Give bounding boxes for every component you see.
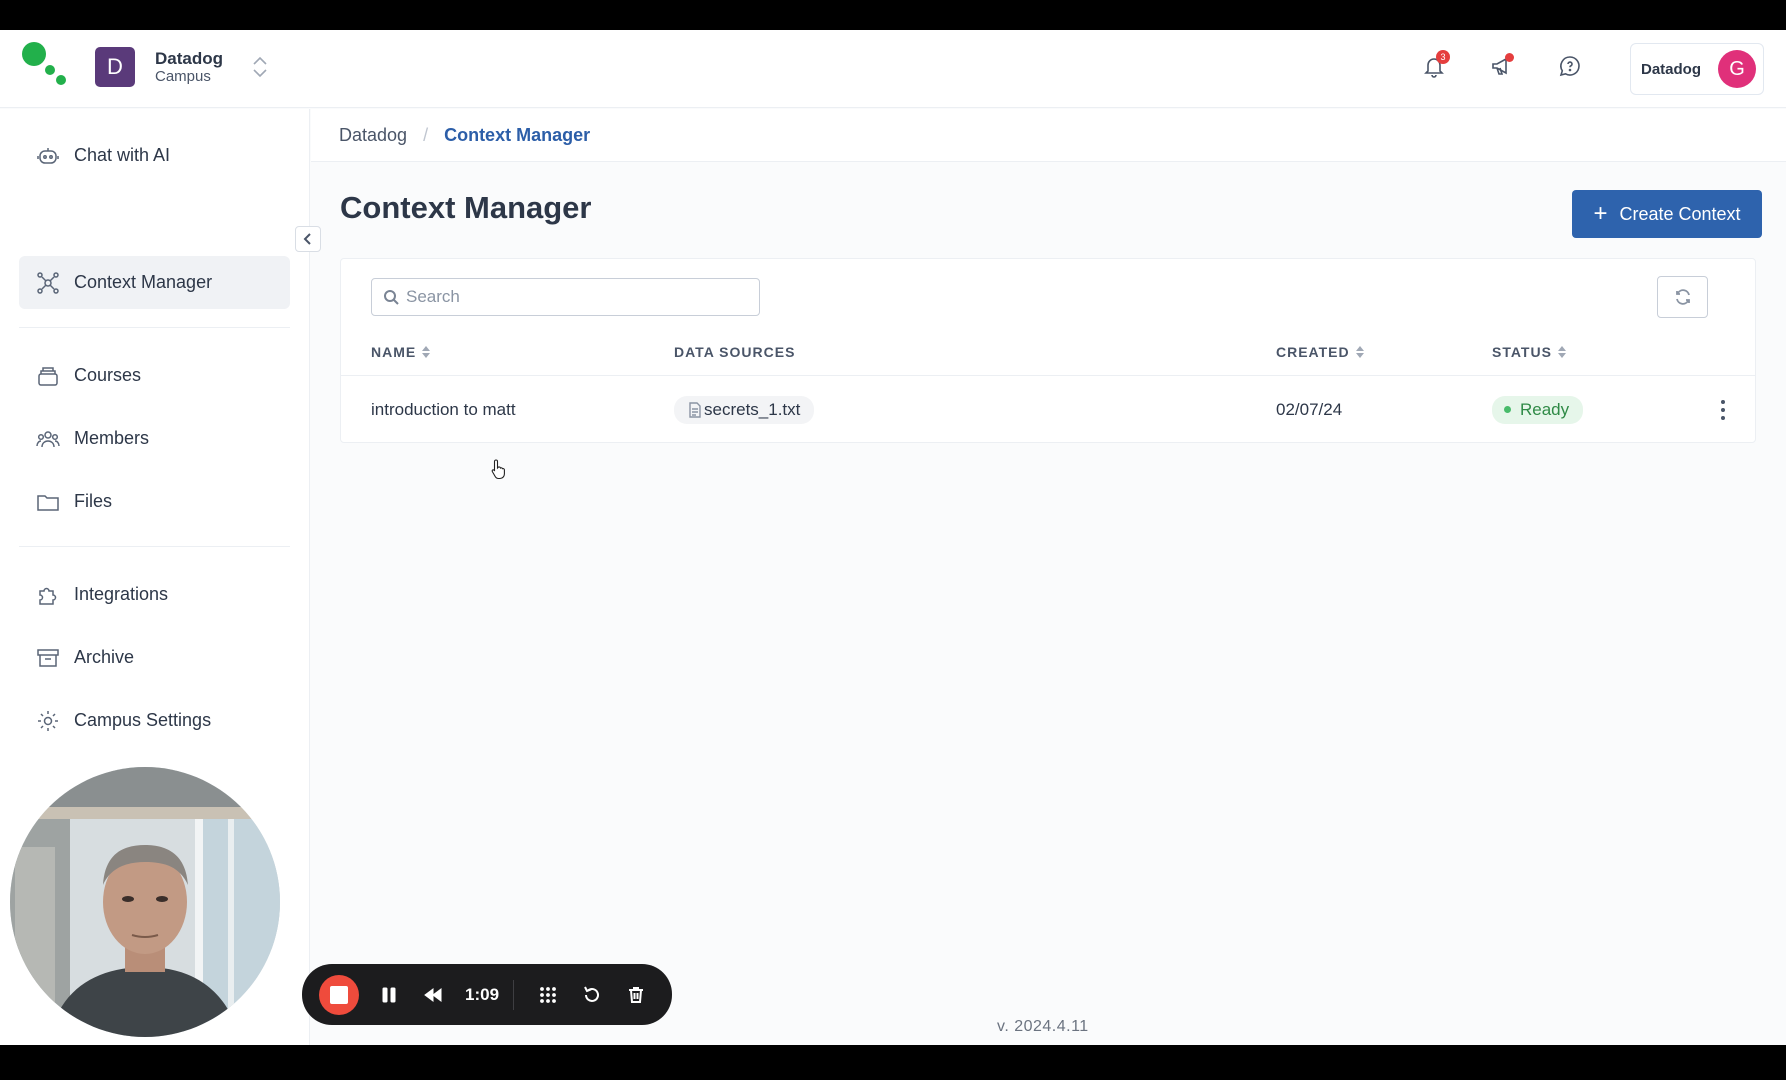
- sidebar-item-integrations[interactable]: Integrations: [19, 568, 290, 621]
- recording-timer: 1:09: [465, 984, 500, 1004]
- sidebar-item-label: Files: [74, 491, 113, 511]
- sidebar-divider: [19, 546, 290, 547]
- column-header-label: CREATED: [1276, 344, 1350, 360]
- recording-controls: 1:09: [302, 964, 672, 1025]
- plus-icon: +: [1593, 200, 1608, 227]
- stack-icon: [38, 366, 58, 386]
- rewind-icon: [424, 987, 442, 1002]
- notifications-button[interactable]: 3: [1418, 50, 1450, 82]
- sidebar-item-label: Archive: [74, 647, 135, 667]
- sidebar-item-chat-with-ai[interactable]: Chat with AI: [19, 129, 290, 182]
- restart-icon: [584, 986, 600, 1002]
- sidebar-item-label: Chat with AI: [74, 145, 171, 165]
- rewind-button[interactable]: [419, 981, 447, 1009]
- row-actions-menu-button[interactable]: [1713, 398, 1733, 422]
- network-icon: [37, 271, 59, 294]
- data-source-name: secrets_1.txt: [704, 399, 801, 419]
- breadcrumb: Datadog / Context Manager: [311, 109, 1786, 162]
- breadcrumb-current: Context Manager: [444, 124, 591, 145]
- column-header-label: NAME: [371, 344, 417, 360]
- refresh-button[interactable]: [1657, 276, 1708, 318]
- chevron-up-down-icon: [253, 56, 267, 78]
- restart-button[interactable]: [578, 981, 606, 1009]
- drawing-tools-button[interactable]: [534, 981, 562, 1009]
- avatar: G: [1718, 50, 1756, 88]
- collapse-sidebar-button[interactable]: [295, 226, 321, 252]
- pause-icon: [382, 987, 396, 1002]
- column-header-status[interactable]: STATUS: [1492, 344, 1566, 360]
- sidebar-item-label: Context Manager: [74, 272, 213, 292]
- pause-button[interactable]: [375, 981, 403, 1009]
- org-subtitle: Campus: [155, 68, 211, 86]
- sort-icon: [1557, 346, 1566, 358]
- dots-grid-icon: [540, 986, 556, 1003]
- stop-icon: [330, 985, 348, 1004]
- page-title: Context Manager: [340, 190, 592, 225]
- breadcrumb-root[interactable]: Datadog: [339, 125, 407, 146]
- hand-cursor-icon: [491, 459, 505, 480]
- user-name: Datadog: [1641, 60, 1701, 78]
- column-header-label: DATA SOURCES: [674, 344, 796, 360]
- search-field[interactable]: [371, 278, 760, 316]
- users-icon: [36, 430, 60, 447]
- context-name[interactable]: introduction to matt: [371, 376, 516, 443]
- puzzle-icon: [39, 587, 57, 605]
- sidebar-item-label: Courses: [74, 365, 142, 385]
- sort-icon: [422, 346, 431, 358]
- chevron-left-icon: [303, 233, 311, 245]
- created-date: 02/07/24: [1276, 399, 1343, 419]
- app-window: D Datadog Campus 3 Datadog G Chat with A…: [0, 30, 1786, 1045]
- column-header-name[interactable]: NAME: [371, 344, 431, 360]
- app-version: v. 2024.4.11: [997, 1018, 1089, 1035]
- folder-icon: [37, 494, 59, 511]
- archive-icon: [37, 648, 59, 667]
- help-button[interactable]: [1554, 50, 1586, 82]
- column-header-label: STATUS: [1492, 344, 1552, 360]
- search-input[interactable]: [406, 287, 746, 307]
- sidebar-item-files[interactable]: Files: [19, 475, 290, 528]
- stop-recording-button[interactable]: [319, 974, 359, 1015]
- org-avatar: D: [95, 47, 135, 87]
- table-row[interactable]: introduction to matt secrets_1.txt 02/07…: [341, 376, 1755, 443]
- sidebar-item-archive[interactable]: Archive: [19, 631, 290, 684]
- gear-icon: [38, 710, 58, 731]
- create-context-button[interactable]: + Create Context: [1572, 190, 1762, 238]
- refresh-icon: [1675, 289, 1690, 305]
- robot-icon: [37, 147, 59, 164]
- webcam-preview[interactable]: [10, 767, 280, 1037]
- sidebar-item-label: Members: [74, 428, 150, 448]
- help-chat-icon: [1559, 56, 1580, 77]
- column-header-created[interactable]: CREATED: [1276, 344, 1364, 360]
- app-logo[interactable]: [20, 40, 68, 86]
- status-dot: [1504, 406, 1511, 413]
- sidebar-item-members[interactable]: Members: [19, 412, 290, 465]
- status-label: Ready: [1520, 399, 1570, 419]
- column-header-data-sources: DATA SOURCES: [674, 344, 795, 360]
- search-icon: [384, 289, 399, 305]
- sidebar-item-context-manager[interactable]: Context Manager: [19, 256, 290, 309]
- sidebar-divider: [19, 327, 290, 328]
- sidebar-item-label: Campus Settings: [74, 710, 212, 730]
- unread-dot: [1505, 53, 1514, 62]
- file-icon: [689, 401, 701, 418]
- org-name: Datadog: [155, 48, 223, 68]
- controls-divider: [513, 979, 515, 1010]
- sidebar-item-label: Integrations: [74, 584, 169, 604]
- trash-icon: [629, 986, 644, 1003]
- sidebar-item-courses[interactable]: Courses: [19, 349, 290, 402]
- top-bar: D Datadog Campus 3 Datadog G: [0, 30, 1786, 108]
- create-context-label: Create Context: [1619, 203, 1741, 224]
- delete-recording-button[interactable]: [622, 981, 650, 1009]
- announcements-button[interactable]: [1486, 50, 1518, 82]
- data-source-chip[interactable]: secrets_1.txt: [674, 395, 815, 424]
- breadcrumb-separator: /: [423, 124, 429, 145]
- notification-count-badge: 3: [1436, 50, 1450, 64]
- sort-icon: [1355, 346, 1364, 358]
- user-menu[interactable]: Datadog G: [1630, 43, 1764, 95]
- contexts-table-card: NAME DATA SOURCES CREATED STATUS introdu…: [340, 258, 1756, 443]
- sidebar-item-campus-settings[interactable]: Campus Settings: [19, 694, 290, 747]
- status-badge: Ready: [1492, 395, 1584, 424]
- org-switcher[interactable]: D Datadog Campus: [95, 44, 267, 90]
